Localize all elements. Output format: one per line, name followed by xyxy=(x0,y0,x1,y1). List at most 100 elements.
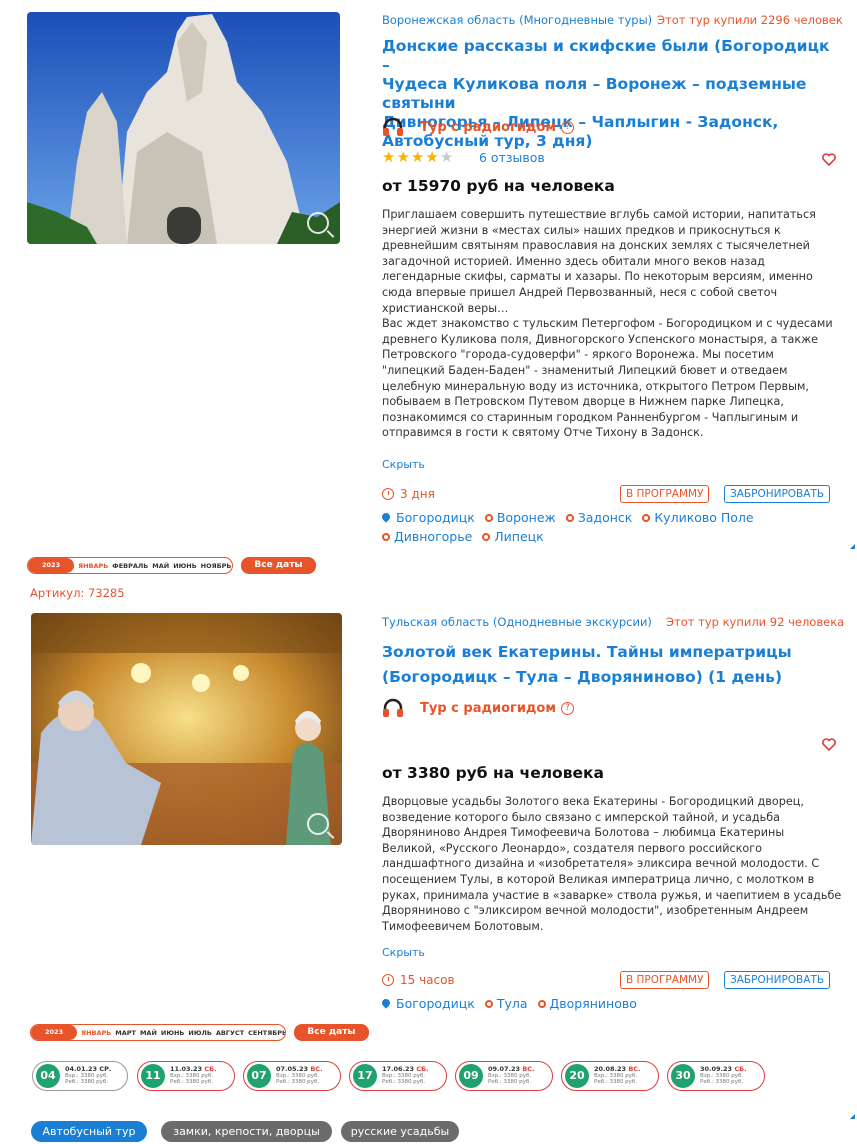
tag-russian-estates[interactable]: русские усадьбы xyxy=(341,1121,459,1142)
month-filter[interactable]: 2023 ЯНВАРЬ МАРТ МАЙ ИЮНЬ ИЮЛЬ АВГУСТ СЕ… xyxy=(30,1024,286,1041)
heart-icon[interactable] xyxy=(822,153,836,166)
month-item[interactable]: МАЙ xyxy=(150,562,171,570)
program-button[interactable]: В ПРОГРАММУ xyxy=(620,971,710,989)
tour-route: Богородицк Воронеж Задонск Куликово Поле… xyxy=(380,508,842,546)
zoom-icon[interactable] xyxy=(307,212,329,234)
month-item[interactable]: ИЮНЬ xyxy=(171,562,198,570)
route-stop[interactable]: Задонск xyxy=(578,510,633,525)
date-option[interactable]: 20 20.08.23 ВС. Взр.: 3380 руб. Реб.: 33… xyxy=(561,1061,659,1091)
date-option[interactable]: 04 04.01.23 СР. Взр.: 3380 руб. Реб.: 33… xyxy=(32,1061,128,1091)
tour-title-line: Донские рассказы и скифские были (Богоро… xyxy=(382,37,830,74)
month-item[interactable]: СЕНТЯБРЬ xyxy=(246,1029,285,1037)
date-child-price: Реб.: 3380 руб. xyxy=(170,1079,214,1086)
month-item[interactable]: МАРТ xyxy=(113,1029,138,1037)
month-item[interactable]: АВГУСТ xyxy=(214,1029,246,1037)
reviews-link[interactable]: 6 отзывов xyxy=(479,150,545,165)
book-button[interactable]: ЗАБРОНИРОВАТЬ xyxy=(724,971,831,989)
headphones-icon xyxy=(383,698,403,717)
year-label: 2023 xyxy=(28,558,75,573)
date-option[interactable]: 30 30.09.23 СБ. Взр.: 3380 руб. Реб.: 33… xyxy=(667,1061,765,1091)
route-stop[interactable]: Липецк xyxy=(494,529,543,544)
rating-stars: ★★★★★ xyxy=(382,148,454,166)
route-dot-icon xyxy=(642,514,651,522)
date-option[interactable]: 07 07.05.23 ВС. Взр.: 3380 руб. Реб.: 33… xyxy=(243,1061,341,1091)
month-item[interactable]: ЯНВАРЬ xyxy=(74,562,110,570)
date-child-price: Реб.: 3380 руб. xyxy=(594,1079,638,1086)
date-option[interactable]: 09 09.07.23 ВС. Взр.: 3380 руб. Реб.: 33… xyxy=(455,1061,553,1091)
date-option[interactable]: 11 11.03.23 СБ. Взр.: 3380 руб. Реб.: 33… xyxy=(137,1061,235,1091)
route-stop[interactable]: Богородицк xyxy=(396,510,475,525)
zoom-icon[interactable] xyxy=(307,813,329,835)
help-icon[interactable]: ? xyxy=(560,701,574,715)
date-option[interactable]: 17 17.06.23 СБ. Взр.: 3380 руб. Реб.: 33… xyxy=(349,1061,447,1091)
date-child-price: Реб.: 3380 руб. xyxy=(65,1079,109,1086)
star-icon: ★ xyxy=(396,148,411,166)
route-stop[interactable]: Дворяниново xyxy=(550,996,637,1011)
tour-photo-rock-monastery[interactable] xyxy=(27,12,340,244)
all-dates-button[interactable]: Все даты xyxy=(294,1024,369,1041)
tour-region[interactable]: Воронежская область (Многодневные туры) xyxy=(382,13,652,27)
hide-description-link[interactable]: Скрыть xyxy=(382,458,425,471)
tour-description: Приглашаем совершить путешествие вглубь … xyxy=(382,207,842,441)
tag-castles[interactable]: замки, крепости, дворцы xyxy=(161,1121,332,1142)
heart-icon[interactable] xyxy=(822,738,836,751)
route-dot-icon xyxy=(537,1000,546,1008)
month-item[interactable]: НОЯБРЬ xyxy=(199,562,232,570)
month-item[interactable]: МАЙ xyxy=(138,1029,159,1037)
route-dot-icon xyxy=(565,514,574,522)
date-day-badge: 07 xyxy=(247,1064,271,1088)
route-stop[interactable]: Богородицк xyxy=(396,996,475,1011)
route-stop[interactable]: Куликово Поле xyxy=(654,510,753,525)
date-child-price: Реб.: 3380 руб. xyxy=(276,1079,320,1086)
help-icon[interactable]: ? xyxy=(560,120,574,134)
star-icon: ★ xyxy=(425,148,440,166)
date-child-price: Реб.: 3380 руб. xyxy=(700,1079,744,1086)
year-label: 2023 xyxy=(31,1025,78,1040)
route-dot-icon xyxy=(382,533,390,541)
month-item[interactable]: ИЮЛЬ xyxy=(186,1029,213,1037)
description-line: Великой, «Русского Леонардо», создателя … xyxy=(382,841,762,855)
month-item[interactable]: ФЕВРАЛЬ xyxy=(110,562,150,570)
corner-marker xyxy=(850,1114,855,1119)
month-item[interactable]: ЯНВАРЬ xyxy=(77,1029,113,1037)
tag-bus-tour[interactable]: Автобусный тур xyxy=(31,1121,147,1142)
description-line: древнейшим святыням православия на донск… xyxy=(382,239,810,253)
book-button[interactable]: ЗАБРОНИРОВАТЬ xyxy=(724,485,831,503)
route-stop[interactable]: Дивногорье xyxy=(394,529,472,544)
tour-bought-count: Этот тур купили 92 человека xyxy=(666,615,845,629)
description-line: целебную минеральную воду из источника, … xyxy=(382,379,809,393)
duration-label: 3 дня xyxy=(400,487,435,501)
route-stop[interactable]: Воронеж xyxy=(497,510,556,525)
description-line: Приглашаем совершить путешествие вглубь … xyxy=(382,208,816,221)
tour-price: от 3380 руб на человека xyxy=(382,764,605,782)
description-line: "липецкий Баден-Баден" - знаменитый Липе… xyxy=(382,363,788,377)
tour-title-line: Золотой век Екатерины. Тайны императрицы xyxy=(382,643,792,661)
tour-route: Богородицк Тула Дворяниново xyxy=(380,994,842,1013)
star-empty-icon: ★ xyxy=(439,148,455,166)
description-line: древнего Куликова поля, Дивногорского Ус… xyxy=(382,332,819,346)
headphones-icon xyxy=(383,117,403,136)
route-dot-icon xyxy=(482,533,491,541)
program-button[interactable]: В ПРОГРАММУ xyxy=(620,485,710,503)
tour-region[interactable]: Тульская область (Однодневные экскурсии) xyxy=(382,615,652,629)
date-day-badge: 09 xyxy=(459,1064,483,1088)
radio-guide-badge: Тур с радиогидом ? xyxy=(382,698,574,718)
route-dot-icon xyxy=(484,1000,493,1008)
tour-title[interactable]: Золотой век Екатерины. Тайны императрицы… xyxy=(382,640,842,690)
description-line: Тимофеевичем Болотовым. xyxy=(382,919,544,933)
month-filter[interactable]: 2023 ЯНВАРЬ ФЕВРАЛЬ МАЙ ИЮНЬ НОЯБРЬ xyxy=(27,557,233,574)
clock-icon xyxy=(382,974,394,986)
description-line: Дворяниново Андрея Тимофеевича Болотова … xyxy=(382,826,785,840)
date-day-badge: 30 xyxy=(671,1064,695,1088)
corner-marker xyxy=(850,544,855,549)
hide-description-link[interactable]: Скрыть xyxy=(382,946,425,959)
tour-bought-count: Этот тур купили 2296 человек xyxy=(657,13,843,27)
description-line: легендарные скифы, сарматы и хазары. По … xyxy=(382,270,813,284)
month-item[interactable]: ИЮНЬ xyxy=(159,1029,186,1037)
description-line: руках, принимала участие в «заварке» ств… xyxy=(382,888,842,902)
tour-photo-palace-hall[interactable] xyxy=(31,613,342,845)
all-dates-button[interactable]: Все даты xyxy=(241,557,316,574)
route-stop[interactable]: Тула xyxy=(497,996,528,1011)
clock-icon xyxy=(382,488,394,500)
description-line: загадочной историей. Именно здесь обитал… xyxy=(382,254,765,268)
